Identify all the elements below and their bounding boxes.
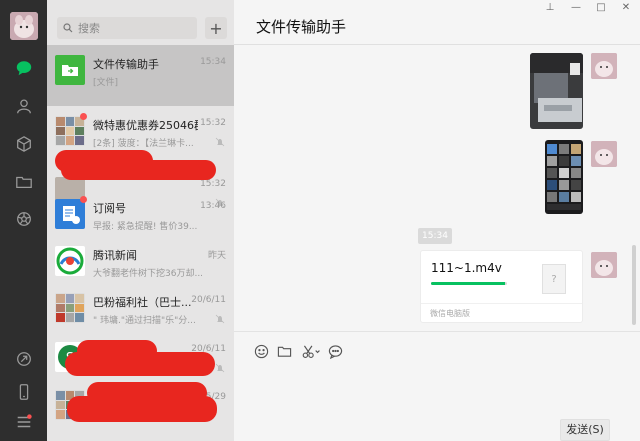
unread-dot xyxy=(80,113,87,120)
send-button[interactable]: 发送(S) xyxy=(560,419,610,441)
time-divider: 15:34 xyxy=(418,228,452,244)
my-avatar[interactable] xyxy=(591,53,617,79)
search-input[interactable] xyxy=(78,21,188,35)
my-avatar[interactable] xyxy=(591,141,617,167)
mute-icon xyxy=(215,137,225,147)
search-icon xyxy=(63,23,73,33)
redaction-mark xyxy=(65,352,215,376)
progress-fill xyxy=(431,282,505,285)
file-source: 微信电脑版 xyxy=(430,309,470,318)
conversation-time: 15:34 xyxy=(200,57,226,67)
menu-icon[interactable] xyxy=(13,411,35,433)
my-avatar[interactable] xyxy=(591,252,617,278)
image-message[interactable] xyxy=(530,53,583,129)
conversation-time: 13:46 xyxy=(200,201,226,211)
file-message[interactable]: 111~1.m4v ? 微信电脑版 xyxy=(420,250,583,323)
cube-icon[interactable] xyxy=(13,133,35,155)
chat-panel: ⊥ — □ ✕ 文件传输助手 15:34 111~1.m4v ? 微信电脑版 发… xyxy=(234,0,640,441)
chat-title: 文件传输助手 xyxy=(256,18,347,36)
conversation-preview: 早报: 紧急提醒! 售价39... xyxy=(93,222,198,232)
avatar-image xyxy=(10,12,38,40)
conversation-name: 订阅号 xyxy=(93,202,126,215)
search-box[interactable] xyxy=(57,17,197,39)
conversation-name: 腾讯新闻 xyxy=(93,249,137,262)
moments-icon[interactable] xyxy=(13,208,35,230)
subscription-avatar xyxy=(55,199,85,229)
nav-rail xyxy=(0,0,47,441)
scissors-icon[interactable] xyxy=(299,342,323,360)
emoji-icon[interactable] xyxy=(252,342,270,360)
folder-icon[interactable] xyxy=(275,342,293,360)
conversation-preview: [2条] 菠度：【法兰琳卡... xyxy=(93,139,194,149)
minimize-button[interactable]: — xyxy=(568,2,584,13)
maximize-button[interactable]: □ xyxy=(593,2,609,13)
conversation-list: + 文件传输助手 15:34 [文件] 微特惠优惠券25046群 15:32 [… xyxy=(47,0,234,441)
chat-bubble-icon[interactable] xyxy=(326,342,344,360)
screenshot-thumbnail xyxy=(545,140,583,214)
image-message[interactable] xyxy=(545,140,583,214)
mute-icon xyxy=(215,363,225,373)
pin-button[interactable]: ⊥ xyxy=(542,2,558,13)
conversation-name: 文件传输助手 xyxy=(93,58,159,71)
conversation-time: 20/6/11 xyxy=(191,295,226,305)
mute-icon xyxy=(215,314,225,324)
conversation-time: 15:32 xyxy=(200,179,226,189)
group-avatar xyxy=(55,293,85,323)
conversation-item[interactable]: 文件传输助手 15:34 [文件] xyxy=(47,45,234,106)
unknown-file-icon: ? xyxy=(542,264,566,294)
conversation-preview: [文件] xyxy=(93,78,119,88)
group-avatar xyxy=(55,116,85,146)
conversation-preview: " 玮墉."通过扫描"乐"分... xyxy=(93,316,196,326)
link-icon[interactable] xyxy=(13,348,35,370)
conversation-time: 昨天 xyxy=(207,251,226,261)
file-name: 111~1.m4v xyxy=(431,261,502,275)
scrollbar[interactable] xyxy=(632,245,636,325)
add-button[interactable]: + xyxy=(205,17,227,39)
conversation-preview: 大爷翻老件树下挖36万却... xyxy=(93,269,203,279)
input-divider xyxy=(234,331,640,332)
chat-icon[interactable] xyxy=(13,57,35,79)
unread-dot xyxy=(80,196,87,203)
redaction-mark xyxy=(67,396,217,422)
phone-icon[interactable] xyxy=(13,381,35,403)
folder-icon[interactable] xyxy=(13,171,35,193)
photo-thumbnail xyxy=(530,53,583,129)
download-progress xyxy=(431,282,507,285)
redaction-mark xyxy=(61,160,216,180)
conversation-name: 微特惠优惠券25046群 xyxy=(93,119,198,132)
avatar[interactable] xyxy=(10,12,38,40)
conversation-name: 巴粉福利社（巴士... xyxy=(93,296,192,309)
contacts-icon[interactable] xyxy=(13,95,35,117)
conversation-time: 15:32 xyxy=(200,118,226,128)
close-button[interactable]: ✕ xyxy=(618,2,634,13)
file-card-divider xyxy=(421,303,582,304)
message-area[interactable]: 15:34 111~1.m4v ? 微信电脑版 xyxy=(234,45,640,330)
file-transfer-avatar xyxy=(55,55,85,85)
tencent-news-avatar xyxy=(55,246,85,276)
